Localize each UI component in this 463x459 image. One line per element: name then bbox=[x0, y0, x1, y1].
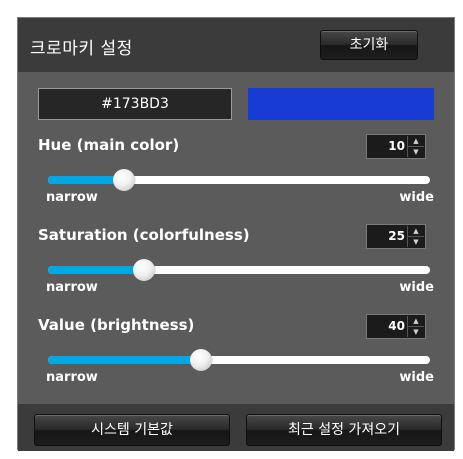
spin-up-icon[interactable]: ▲ bbox=[408, 136, 424, 147]
brightness-max-label: wide bbox=[399, 370, 434, 385]
brightness-label: Value (brightness) bbox=[38, 316, 195, 334]
color-swatch[interactable] bbox=[248, 88, 434, 120]
saturation-slider-thumb[interactable] bbox=[132, 259, 155, 281]
spin-down-icon[interactable]: ▼ bbox=[408, 327, 424, 337]
saturation-min-label: narrow bbox=[46, 280, 98, 295]
brightness-value[interactable]: 40 bbox=[388, 315, 405, 338]
hue-max-label: wide bbox=[399, 190, 434, 205]
saturation-stepper[interactable]: 25 ▲ ▼ bbox=[366, 224, 426, 249]
panel-header: 크로마키 설정 초기화 bbox=[18, 18, 454, 72]
panel-title: 크로마키 설정 bbox=[30, 39, 133, 59]
hue-stepper-arrows[interactable]: ▲ ▼ bbox=[407, 136, 424, 157]
saturation-value[interactable]: 25 bbox=[388, 225, 405, 248]
spin-up-icon[interactable]: ▲ bbox=[408, 316, 424, 327]
chroma-key-panel: 크로마키 설정 초기화 #173BD3 Hue (main color) 10 … bbox=[17, 17, 455, 451]
reset-button[interactable]: 초기화 bbox=[320, 30, 418, 60]
brightness-min-label: narrow bbox=[46, 370, 98, 385]
hue-value[interactable]: 10 bbox=[388, 135, 405, 158]
saturation-max-label: wide bbox=[399, 280, 434, 295]
hue-stepper[interactable]: 10 ▲ ▼ bbox=[366, 134, 426, 159]
hue-label: Hue (main color) bbox=[38, 136, 180, 154]
brightness-slider[interactable] bbox=[48, 349, 430, 371]
spin-down-icon[interactable]: ▼ bbox=[408, 237, 424, 247]
hex-color-field[interactable]: #173BD3 bbox=[38, 88, 232, 120]
brightness-stepper[interactable]: 40 ▲ ▼ bbox=[366, 314, 426, 339]
hue-slider-thumb[interactable] bbox=[113, 169, 136, 191]
spin-up-icon[interactable]: ▲ bbox=[408, 226, 424, 237]
saturation-stepper-arrows[interactable]: ▲ ▼ bbox=[407, 226, 424, 247]
brightness-slider-fill bbox=[48, 356, 201, 364]
hue-slider[interactable] bbox=[48, 169, 430, 191]
load-recent-settings-button[interactable]: 최근 설정 가져오기 bbox=[246, 414, 442, 446]
saturation-label: Saturation (colorfulness) bbox=[38, 226, 250, 244]
brightness-slider-thumb[interactable] bbox=[189, 349, 212, 371]
brightness-stepper-arrows[interactable]: ▲ ▼ bbox=[407, 316, 424, 337]
spin-down-icon[interactable]: ▼ bbox=[408, 147, 424, 157]
system-default-button[interactable]: 시스템 기본값 bbox=[34, 414, 230, 446]
saturation-slider[interactable] bbox=[48, 259, 430, 281]
hue-min-label: narrow bbox=[46, 190, 98, 205]
saturation-slider-fill bbox=[48, 266, 144, 274]
